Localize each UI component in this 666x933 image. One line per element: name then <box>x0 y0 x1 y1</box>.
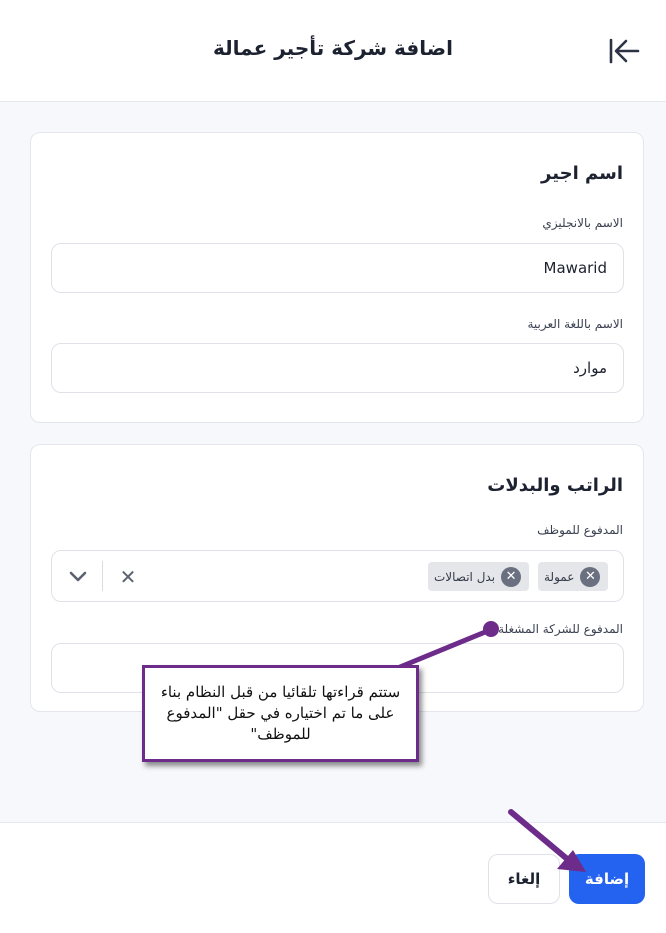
cancel-button[interactable]: إلغاء <box>488 854 560 904</box>
paid-to-employee-label: المدفوع للموظف <box>537 523 623 537</box>
footer-actions: إضافة إلغاء <box>0 822 666 933</box>
page-header: اضافة شركة تأجير عمالة <box>0 0 666 102</box>
clear-selection-icon[interactable]: ✕ <box>116 565 140 589</box>
arrow-left-to-line-icon <box>609 38 640 64</box>
annotation-callout: ستتم قراءتها تلقائيا من قبل النظام بناء … <box>142 665 419 762</box>
page-title: اضافة شركة تأجير عمالة <box>213 36 453 60</box>
paid-by-operator-label: المدفوع للشركة المشغلة <box>498 622 623 636</box>
add-button[interactable]: إضافة <box>569 854 645 904</box>
paid-to-employee-select[interactable]: ✕ عمولة ✕ بدل اتصالات ✕ <box>51 550 624 602</box>
chip-label: عمولة <box>544 569 575 584</box>
remove-chip-icon[interactable]: ✕ <box>501 566 522 587</box>
selected-chip-commission[interactable]: ✕ عمولة <box>538 562 609 591</box>
salary-section-title: الراتب والبدلات <box>487 475 623 496</box>
arabic-name-label: الاسم باللغة العربية <box>527 317 624 331</box>
arabic-name-input[interactable] <box>51 343 624 393</box>
back-button[interactable] <box>606 36 642 66</box>
english-name-input[interactable] <box>51 243 624 293</box>
english-name-label: الاسم بالانجليزي <box>542 216 623 230</box>
remove-chip-icon[interactable]: ✕ <box>580 566 601 587</box>
chip-label: بدل اتصالات <box>434 569 496 584</box>
chevron-down-icon[interactable] <box>66 565 90 589</box>
worker-name-card: اسم اجير الاسم بالانجليزي الاسم باللغة ا… <box>30 132 644 423</box>
select-divider <box>102 561 103 591</box>
selected-chip-telecom-allowance[interactable]: ✕ بدل اتصالات <box>428 562 530 591</box>
annotation-callout-text: ستتم قراءتها تلقائيا من قبل النظام بناء … <box>160 683 401 743</box>
worker-name-section-title: اسم اجير <box>541 163 623 184</box>
